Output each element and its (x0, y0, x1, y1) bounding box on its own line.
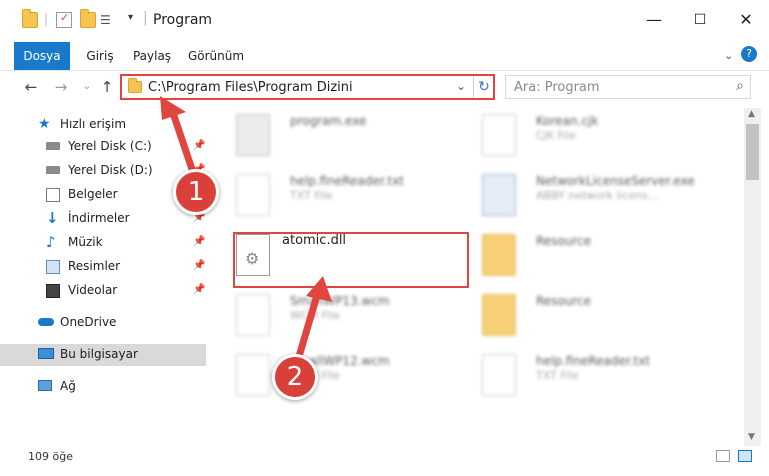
arrow-2-head (306, 276, 332, 302)
arrow-2-shaft (294, 288, 322, 364)
step-1-badge: 1 (173, 169, 219, 215)
annotation-arrows (160, 96, 332, 364)
step-2-badge: 2 (272, 354, 318, 400)
arrow-1-shaft (168, 106, 199, 182)
